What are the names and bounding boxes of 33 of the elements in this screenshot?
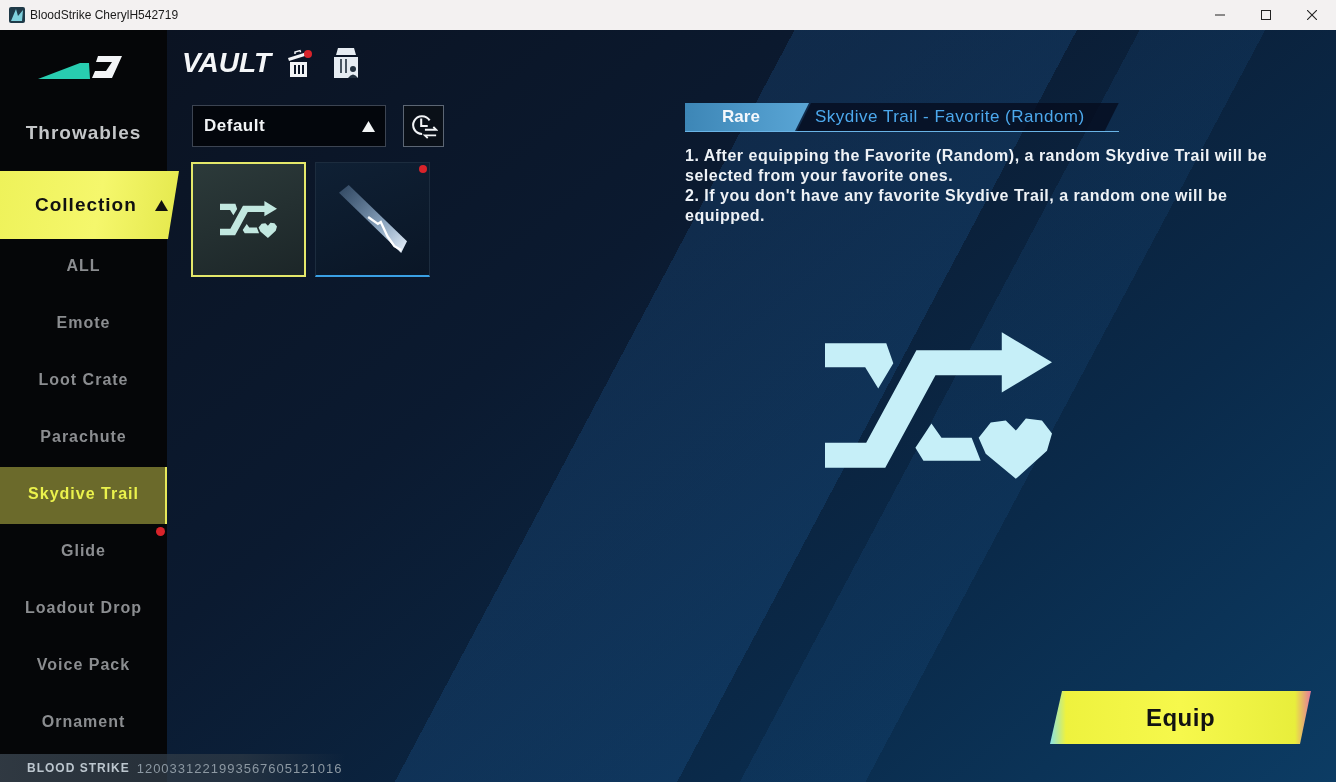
description-text: 2. If you don't have any favorite Skydive Trail, a random one will be equipped. (685, 186, 1229, 226)
item-name: Skydive Trail - Favorite (Random) (797, 103, 1119, 131)
sidebar-item[interactable]: Emote (0, 296, 167, 353)
maximize-icon (1261, 10, 1271, 20)
clock-icon (409, 112, 438, 140)
streak-icon (338, 185, 407, 253)
filter-dropdown[interactable]: Default (192, 105, 386, 147)
sidebar-item[interactable]: Loadout Drop (0, 581, 167, 638)
page-title: VAULT (182, 46, 272, 80)
sidebar-item[interactable]: Voice Pack (0, 638, 167, 695)
equip-button[interactable]: Equip (1050, 691, 1311, 744)
app-icon (9, 7, 25, 23)
sidebar-item[interactable]: Parachute (0, 410, 167, 467)
sidebar-item[interactable]: Skydive Trail (0, 467, 167, 524)
logo-icon (38, 54, 123, 80)
sidebar-item[interactable]: ALL (0, 239, 167, 296)
category-tab[interactable]: Collection (0, 171, 179, 239)
item-tile[interactable] (315, 162, 430, 277)
history-button[interactable] (403, 105, 444, 147)
description-text: 1. After equipping the Favorite (Random), a random Skydive Trail will be selected from your favorite ones. (685, 146, 1269, 186)
shuffle-heart-icon (825, 332, 1052, 479)
brand-name: BLOOD STRIKE (27, 761, 130, 775)
shuffle-heart-icon (220, 201, 277, 238)
sidebar-item[interactable]: Ornament (0, 695, 167, 752)
sidebar-item[interactable]: Glide (0, 524, 167, 581)
sidebar-item[interactable]: Loot Crate (0, 353, 167, 410)
caret-icon (362, 120, 375, 132)
category-tab[interactable]: Throwables (0, 103, 167, 163)
rarity-tag: Rare (685, 103, 809, 131)
case-icon[interactable] (332, 47, 361, 79)
window-title: BloodStrike CherylH542719 (30, 8, 179, 22)
close-icon (1307, 10, 1317, 20)
build-code: 1200331221993567605121016 (136, 760, 343, 776)
